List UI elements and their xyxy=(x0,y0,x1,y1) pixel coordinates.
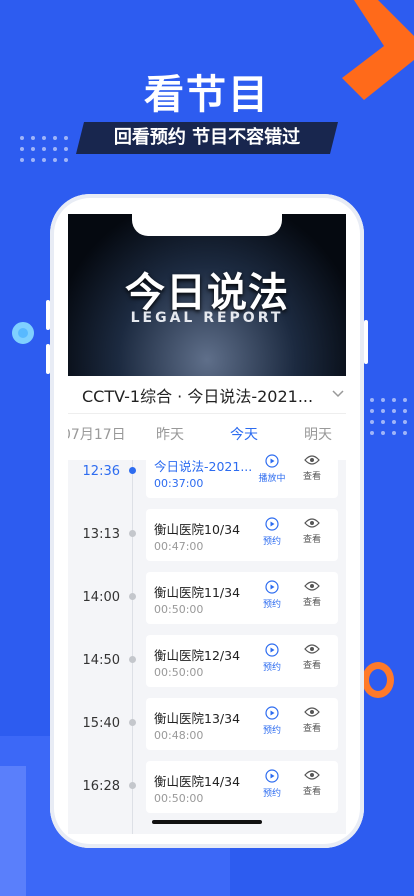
view-label: 查看 xyxy=(302,598,321,608)
action-label: 播放中 xyxy=(258,474,286,484)
view-label: 查看 xyxy=(302,661,321,671)
reserve-button[interactable]: 预约 xyxy=(252,643,292,673)
play-circle-icon xyxy=(265,517,279,531)
home-indicator xyxy=(152,820,262,824)
program-duration: 00:48:00 xyxy=(154,729,204,742)
reserve-button[interactable]: 预约 xyxy=(252,580,292,610)
program-time: 15:40 xyxy=(82,716,120,731)
reserve-button[interactable]: 预约 xyxy=(252,706,292,736)
eye-icon xyxy=(304,518,320,528)
eye-icon xyxy=(304,770,320,780)
view-button[interactable]: 查看 xyxy=(292,517,332,545)
program-time: 16:28 xyxy=(82,779,120,794)
view-button[interactable]: 查看 xyxy=(292,643,332,671)
timeline-dot xyxy=(129,656,136,663)
schedule-row: 15:40 衡山医院13/34 00:48:00 预约 查看 xyxy=(68,698,346,750)
eye-icon xyxy=(304,455,320,465)
phone-notch xyxy=(132,214,282,236)
view-button[interactable]: 查看 xyxy=(292,580,332,608)
play-button[interactable]: 播放中 xyxy=(252,454,292,484)
eye-icon xyxy=(304,644,320,654)
action-label: 预约 xyxy=(262,726,281,736)
program-title: 衡山医院14/34 xyxy=(154,774,241,789)
action-label: 预约 xyxy=(262,663,281,673)
program-time: 14:00 xyxy=(82,590,120,605)
channel-title: CCTV-1综合 · 今日说法-2021... xyxy=(82,386,314,406)
play-circle-icon xyxy=(265,643,279,657)
play-circle-icon xyxy=(265,706,279,720)
banner-text: 回看预约 节目不容错过 xyxy=(113,127,301,148)
eye-icon xyxy=(304,581,320,591)
program-time: 14:50 xyxy=(82,653,120,668)
program-card[interactable]: 衡山医院10/34 00:47:00 预约 查看 xyxy=(146,509,338,561)
view-label: 查看 xyxy=(302,535,321,545)
schedule-row: 13:13 衡山医院10/34 00:47:00 预约 查看 xyxy=(68,509,346,561)
timeline-dot xyxy=(129,782,136,789)
view-label: 查看 xyxy=(302,787,321,797)
program-card[interactable]: 衡山医院13/34 00:48:00 预约 查看 xyxy=(146,698,338,750)
view-button[interactable]: 查看 xyxy=(292,454,332,482)
tab-day[interactable]: 07月17日 xyxy=(68,424,126,444)
action-label: 预约 xyxy=(262,789,281,799)
program-card[interactable]: 今日说法-2021... 00:37:00 播放中 查看 xyxy=(146,446,338,498)
channel-selector[interactable]: CCTV-1综合 · 今日说法-2021... xyxy=(68,376,346,414)
program-card[interactable]: 衡山医院12/34 00:50:00 预约 查看 xyxy=(146,635,338,687)
dot-grid-decoration xyxy=(370,398,407,435)
eye-icon xyxy=(304,707,320,717)
dot-grid-decoration xyxy=(20,136,68,162)
program-title: 今日说法-2021... xyxy=(154,459,253,474)
play-circle-icon xyxy=(265,769,279,783)
timeline-dot xyxy=(129,719,136,726)
program-card[interactable]: 衡山医院11/34 00:50:00 预约 查看 xyxy=(146,572,338,624)
action-label: 预约 xyxy=(262,537,281,547)
view-button[interactable]: 查看 xyxy=(292,706,332,734)
phone-side-button xyxy=(364,320,368,364)
reserve-button[interactable]: 预约 xyxy=(252,517,292,547)
schedule-row: 14:00 衡山医院11/34 00:50:00 预约 查看 xyxy=(68,572,346,624)
timeline-dot xyxy=(129,467,136,474)
schedule-row: 12:36 今日说法-2021... 00:37:00 播放中 查看 xyxy=(68,446,346,498)
phone-mockup: 今日说法 LEGAL REPORT CCTV-1综合 · 今日说法-2021..… xyxy=(50,194,364,848)
video-player[interactable]: 今日说法 LEGAL REPORT xyxy=(68,214,346,376)
schedule-row: 14:50 衡山医院12/34 00:50:00 预约 查看 xyxy=(68,635,346,687)
tab-yesterday[interactable]: 昨天 xyxy=(156,424,184,444)
play-circle-icon xyxy=(265,454,279,468)
video-subtitle: LEGAL REPORT xyxy=(130,310,284,326)
reserve-button[interactable]: 预约 xyxy=(252,769,292,799)
program-time: 12:36 xyxy=(82,464,120,479)
action-label: 预约 xyxy=(262,600,281,610)
orange-ring-decoration xyxy=(362,662,394,698)
program-duration: 00:50:00 xyxy=(154,666,204,679)
program-card[interactable]: 衡山医院14/34 00:50:00 预约 查看 xyxy=(146,761,338,813)
view-button[interactable]: 查看 xyxy=(292,769,332,797)
tab-today[interactable]: 今天 xyxy=(230,424,258,444)
timeline-dot xyxy=(129,530,136,537)
chevron-down-icon xyxy=(332,390,344,398)
headline: 看节目 xyxy=(144,72,270,118)
phone-screen: 今日说法 LEGAL REPORT CCTV-1综合 · 今日说法-2021..… xyxy=(68,214,346,834)
schedule-row: 16:28 衡山医院14/34 00:50:00 预约 查看 xyxy=(68,761,346,813)
background-shape xyxy=(0,766,26,896)
view-label: 查看 xyxy=(302,724,321,734)
program-duration: 00:37:00 xyxy=(154,477,204,490)
program-title: 衡山医院10/34 xyxy=(154,522,241,537)
timeline-dot xyxy=(129,593,136,600)
program-title: 衡山医院13/34 xyxy=(154,711,241,726)
program-title: 衡山医院12/34 xyxy=(154,648,241,663)
program-title: 衡山医院11/34 xyxy=(154,585,241,600)
program-time: 13:13 xyxy=(82,527,120,542)
blue-circle-decoration xyxy=(12,322,34,344)
program-duration: 00:50:00 xyxy=(154,603,204,616)
play-circle-icon xyxy=(265,580,279,594)
program-duration: 00:50:00 xyxy=(154,792,204,805)
view-label: 查看 xyxy=(302,472,321,482)
tab-tomorrow[interactable]: 明天 xyxy=(304,424,332,444)
program-duration: 00:47:00 xyxy=(154,540,204,553)
